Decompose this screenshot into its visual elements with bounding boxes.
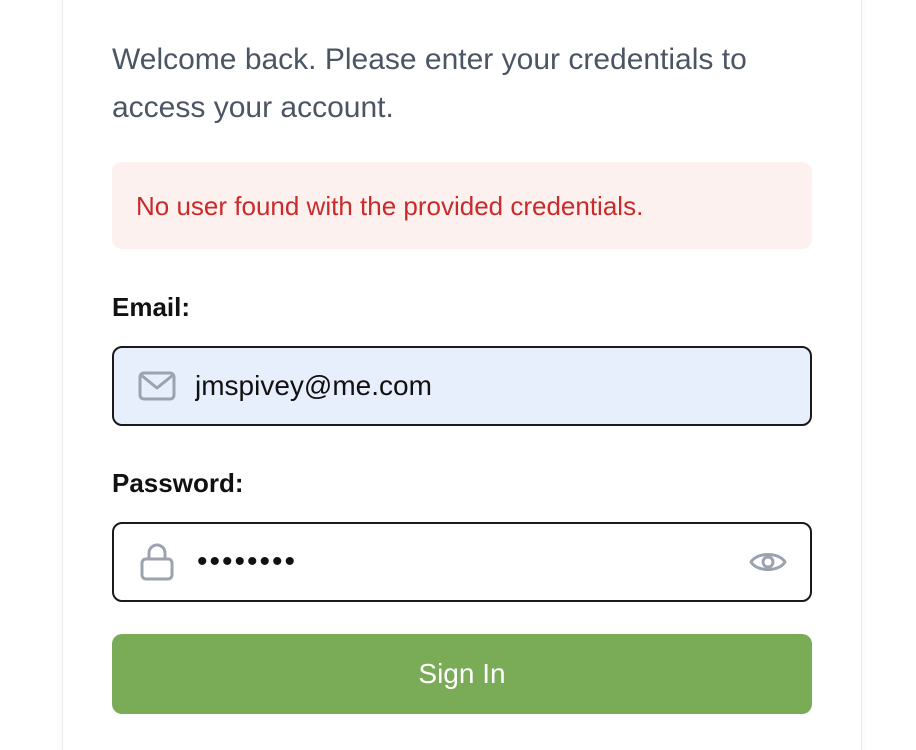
password-field-wrapper [112,522,812,602]
lock-icon [137,542,177,582]
intro-text: Welcome back. Please enter your credenti… [112,43,747,124]
password-input[interactable] [197,532,746,592]
envelope-icon [137,366,177,406]
email-label: Email: [112,292,191,322]
error-message: No user found with the provided credenti… [136,190,644,221]
eye-icon[interactable] [746,540,790,584]
password-label: Password: [112,468,244,498]
login-page: Welcome back. Please enter your credenti… [0,0,916,750]
email-input[interactable] [195,356,810,416]
error-alert: No user found with the provided credenti… [112,162,812,249]
email-field-wrapper [112,346,812,426]
sign-in-button[interactable]: Sign In [112,634,812,714]
